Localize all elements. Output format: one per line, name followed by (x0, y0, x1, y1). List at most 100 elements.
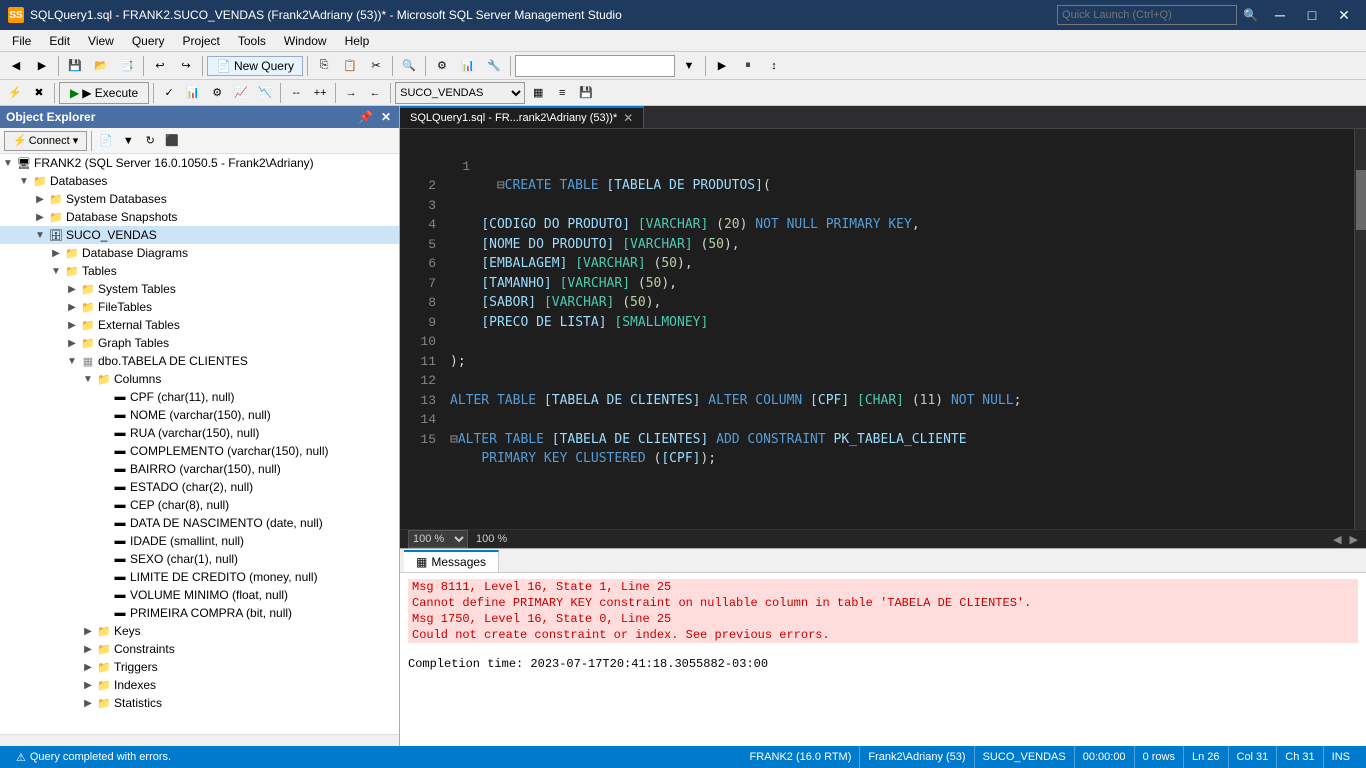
include-client-button[interactable]: 📉 (254, 82, 276, 104)
tree-col-bairro[interactable]: ▬ BAIRRO (varchar(150), null) (0, 460, 399, 478)
editor-vscrollbar[interactable] (1354, 129, 1366, 529)
query-options-button[interactable]: ⚙ (206, 82, 228, 104)
menu-window[interactable]: Window (276, 30, 335, 52)
clientes-expander[interactable]: ▼ (64, 353, 80, 369)
menu-project[interactable]: Project (175, 30, 228, 52)
constraints-expander[interactable]: ▶ (80, 641, 96, 657)
minimize-button[interactable]: ─ (1266, 4, 1294, 26)
tree-suco-vendas[interactable]: ▼ 🗄 SUCO_VENDAS (0, 226, 399, 244)
tables-expander[interactable]: ▼ (48, 263, 64, 279)
tree-col-limite[interactable]: ▬ LIMITE DE CREDITO (money, null) (0, 568, 399, 586)
triggers-expander[interactable]: ▶ (80, 659, 96, 675)
tree-col-idade[interactable]: ▬ IDADE (smallint, null) (0, 532, 399, 550)
copy-button[interactable]: ⎘ (312, 54, 336, 78)
save-all-button[interactable]: 📑 (115, 54, 139, 78)
scroll-right-icon[interactable]: ▶ (1350, 533, 1358, 546)
search-textbox[interactable] (515, 55, 675, 77)
paste-button[interactable]: 📋 (338, 54, 362, 78)
search2-button[interactable]: 🔍 (397, 54, 421, 78)
redo-button[interactable]: ↪ (174, 54, 198, 78)
tree-columns-folder[interactable]: ▼ 📁 Columns (0, 370, 399, 388)
tab-close-button[interactable]: ✕ (623, 111, 633, 125)
indent-button[interactable]: → (340, 82, 362, 104)
results-to-text-button[interactable]: ≡ (551, 82, 573, 104)
maximize-button[interactable]: □ (1298, 4, 1326, 26)
tree-col-datanasc[interactable]: ▬ DATA DE NASCIMENTO (date, null) (0, 514, 399, 532)
tree-statistics[interactable]: ▶ 📁 Statistics (0, 694, 399, 712)
parse-button[interactable]: ✓ (158, 82, 180, 104)
tree-col-rua[interactable]: ▬ RUA (varchar(150), null) (0, 424, 399, 442)
back-button[interactable]: ◀ (4, 54, 28, 78)
misc1-button[interactable]: ⚙ (430, 54, 454, 78)
tree-file-tables[interactable]: ▶ 📁 FileTables (0, 298, 399, 316)
misc2-button[interactable]: 📊 (456, 54, 480, 78)
results-to-grid-button[interactable]: ▦ (527, 82, 549, 104)
keys-expander[interactable]: ▶ (80, 623, 96, 639)
tree-keys[interactable]: ▶ 📁 Keys (0, 622, 399, 640)
database-selector[interactable]: SUCO_VENDAS (395, 82, 525, 104)
menu-query[interactable]: Query (124, 30, 173, 52)
oe-refresh-button[interactable]: ↻ (140, 131, 160, 151)
open-file-button[interactable]: 📂 (89, 54, 113, 78)
tree-col-comp[interactable]: ▬ COMPLEMENTO (varchar(150), null) (0, 442, 399, 460)
oe-hscrollbar[interactable] (0, 734, 399, 746)
tb-dropdown[interactable]: ▼ (677, 54, 701, 78)
oe-new-query-button[interactable]: 📄 (96, 131, 116, 151)
debug2-button[interactable]: ⏸ (736, 54, 760, 78)
system-dbs-expander[interactable]: ▶ (32, 191, 48, 207)
oe-pin-button[interactable]: 📌 (356, 110, 375, 124)
tree-db-diagrams[interactable]: ▶ 📁 Database Diagrams (0, 244, 399, 262)
tree-dbo-clientes[interactable]: ▼ ▦ dbo.TABELA DE CLIENTES (0, 352, 399, 370)
tree-constraints[interactable]: ▶ 📁 Constraints (0, 640, 399, 658)
tree-col-sexo[interactable]: ▬ SEXO (char(1), null) (0, 550, 399, 568)
indexes-expander[interactable]: ▶ (80, 677, 96, 693)
scroll-left-icon[interactable]: ◀ (1333, 533, 1341, 546)
comment-button[interactable]: -- (285, 82, 307, 104)
tree-triggers[interactable]: ▶ 📁 Triggers (0, 658, 399, 676)
tree-indexes[interactable]: ▶ 📁 Indexes (0, 676, 399, 694)
statistics-expander[interactable]: ▶ (80, 695, 96, 711)
tree-graph-tables[interactable]: ▶ 📁 Graph Tables (0, 334, 399, 352)
menu-edit[interactable]: Edit (41, 30, 78, 52)
sys-tables-expander[interactable]: ▶ (64, 281, 80, 297)
tree-databases[interactable]: ▼ 📁 Databases (0, 172, 399, 190)
sql-editor[interactable]: 123456789101112131415 ⊟CREATE TABLE [TAB… (400, 129, 1366, 529)
unindent-button[interactable]: ← (364, 82, 386, 104)
tree-ext-tables[interactable]: ▶ 📁 External Tables (0, 316, 399, 334)
disconnect-tb-button[interactable]: ✖ (28, 82, 50, 104)
close-button[interactable]: ✕ (1330, 4, 1358, 26)
suco-expander[interactable]: ▼ (32, 227, 48, 243)
tree-system-tables[interactable]: ▶ 📁 System Tables (0, 280, 399, 298)
results-to-file-button[interactable]: 💾 (575, 82, 597, 104)
diagrams-expander[interactable]: ▶ (48, 245, 64, 261)
oe-stop-button[interactable]: ⬛ (162, 131, 182, 151)
editor-zoom-select[interactable]: 100 % (408, 530, 468, 548)
new-query-button[interactable]: 📄 New Query (207, 56, 303, 76)
tree-col-nome[interactable]: ▬ NOME (varchar(150), null) (0, 406, 399, 424)
menu-view[interactable]: View (80, 30, 122, 52)
tree-db-snapshots[interactable]: ▶ 📁 Database Snapshots (0, 208, 399, 226)
results-tab-messages[interactable]: ▦ Messages (404, 550, 499, 572)
tree-server[interactable]: ▼ 🖥 FRANK2 (SQL Server 16.0.1050.5 - Fra… (0, 154, 399, 172)
tree-col-primeira[interactable]: ▬ PRIMEIRA COMPRA (bit, null) (0, 604, 399, 622)
file-tables-expander[interactable]: ▶ (64, 299, 80, 315)
tree-col-volume[interactable]: ▬ VOLUME MINIMO (float, null) (0, 586, 399, 604)
tree-col-cep[interactable]: ▬ CEP (char(8), null) (0, 496, 399, 514)
server-expander[interactable]: ▼ (0, 155, 16, 171)
tree-col-cpf[interactable]: ▬ CPF (char(11), null) (0, 388, 399, 406)
menu-tools[interactable]: Tools (230, 30, 274, 52)
undo-button[interactable]: ↩ (148, 54, 172, 78)
misc3-button[interactable]: 🔧 (482, 54, 506, 78)
debug-button[interactable]: ▶ (710, 54, 734, 78)
tree-system-dbs[interactable]: ▶ 📁 System Databases (0, 190, 399, 208)
misc4-button[interactable]: ↕ (762, 54, 786, 78)
connect-tb-button[interactable]: ⚡ (4, 82, 26, 104)
vscroll-thumb[interactable] (1356, 170, 1366, 230)
menu-help[interactable]: Help (337, 30, 378, 52)
menu-file[interactable]: File (4, 30, 39, 52)
quick-launch-input[interactable] (1057, 5, 1237, 25)
oe-filter-button[interactable]: ▼ (118, 131, 138, 151)
forward-button[interactable]: ▶ (30, 54, 54, 78)
uncomment-button[interactable]: ++ (309, 82, 331, 104)
ext-tables-expander[interactable]: ▶ (64, 317, 80, 333)
